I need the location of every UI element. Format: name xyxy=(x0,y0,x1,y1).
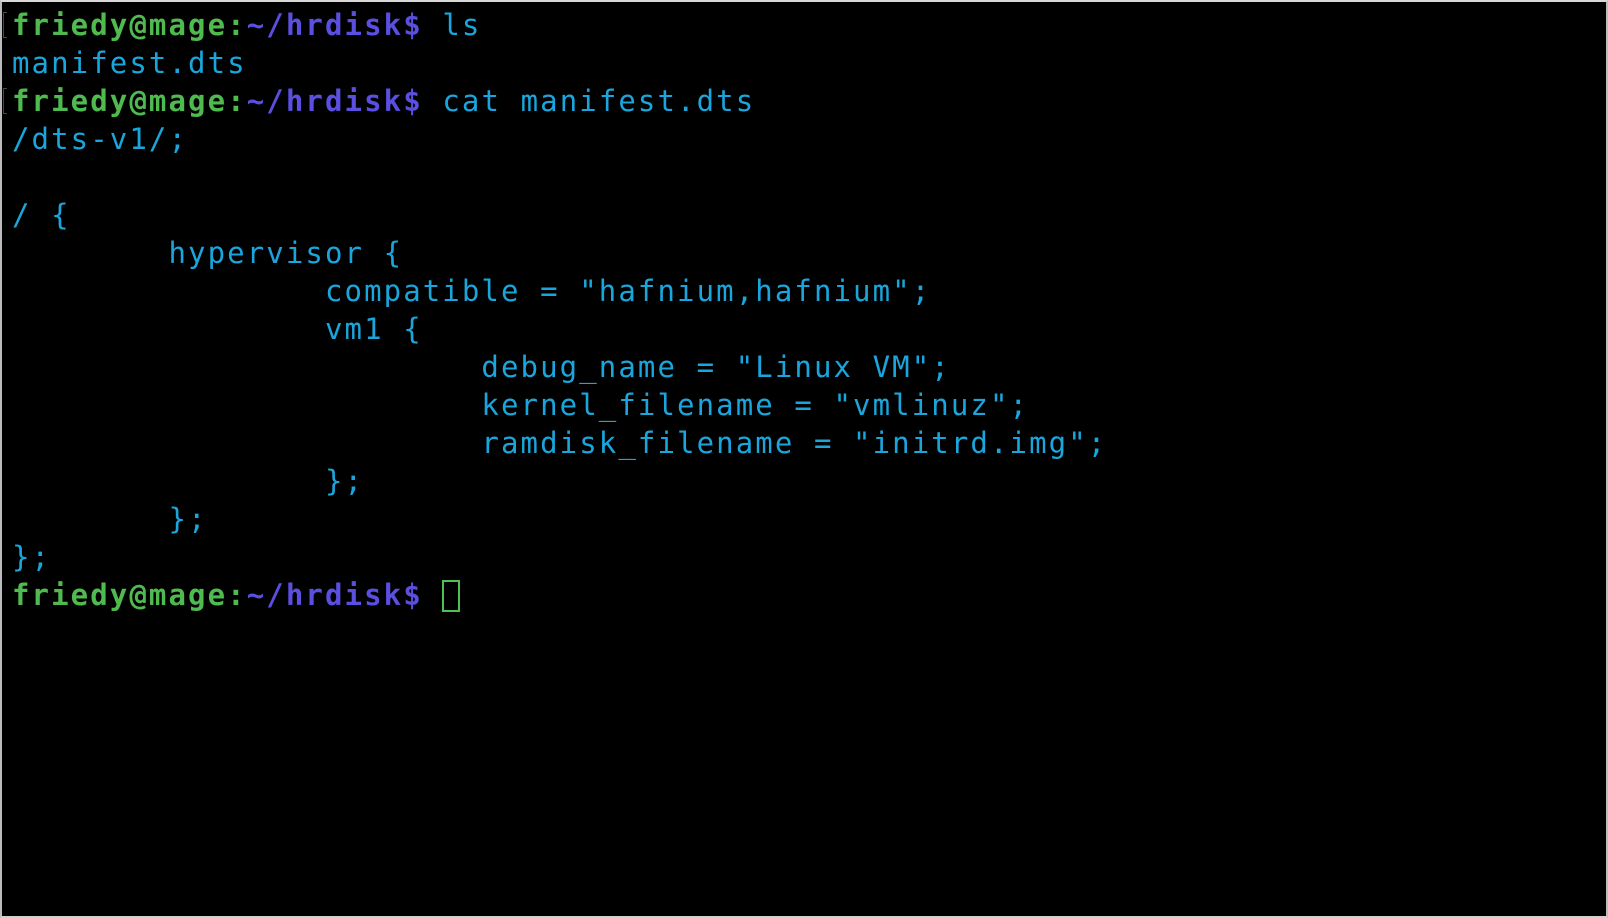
command-text: ls xyxy=(422,8,482,42)
output-line: kernel_filename = "vmlinuz"; xyxy=(12,386,1596,424)
output-line: }; xyxy=(12,500,1596,538)
output-line: }; xyxy=(12,462,1596,500)
prompt-line: friedy@mage:~/hrdisk$ cat manifest.dts xyxy=(3,82,1596,120)
output-text: hypervisor { xyxy=(12,236,404,270)
prompt-at: @ xyxy=(129,8,149,42)
terminal-screen[interactable]: friedy@mage:~/hrdisk$ ls manifest.dts frie… xyxy=(3,6,1596,614)
output-line: /dts-v1/; xyxy=(12,120,1596,158)
command-text: cat manifest.dts xyxy=(422,84,756,118)
prompt-colon: : xyxy=(227,84,247,118)
prompt-line: friedy@mage:~/hrdisk$ ls xyxy=(3,6,1596,44)
prompt-at: @ xyxy=(129,578,149,612)
prompt-mark-icon xyxy=(3,12,7,38)
prompt-at: @ xyxy=(129,84,149,118)
output-line: ramdisk_filename = "initrd.img"; xyxy=(12,424,1596,462)
prompt-user: friedy xyxy=(12,84,130,118)
prompt-host: mage xyxy=(148,8,228,42)
prompt-path: ~/hrdisk xyxy=(246,84,404,118)
output-text: vm1 { xyxy=(12,312,423,346)
output-text: manifest.dts xyxy=(12,46,247,80)
output-line: vm1 { xyxy=(12,310,1596,348)
output-text: }; xyxy=(12,464,365,498)
output-line: debug_name = "Linux VM"; xyxy=(12,348,1596,386)
output-text: debug_name = "Linux VM"; xyxy=(12,350,951,384)
output-text: / { xyxy=(12,198,71,232)
prompt-host: mage xyxy=(148,578,228,612)
prompt-user: friedy xyxy=(12,8,130,42)
output-line: / { xyxy=(12,196,1596,234)
prompt-path: ~/hrdisk xyxy=(246,8,404,42)
prompt-colon: : xyxy=(227,578,247,612)
prompt-colon: : xyxy=(227,8,247,42)
prompt-symbol: $ xyxy=(403,578,423,612)
prompt-host: mage xyxy=(148,84,228,118)
output-text: }; xyxy=(12,540,52,574)
output-text: kernel_filename = "vmlinuz"; xyxy=(12,388,1030,422)
output-text: ramdisk_filename = "initrd.img"; xyxy=(12,426,1108,460)
output-line: hypervisor { xyxy=(12,234,1596,272)
output-text: compatible = "hafnium,hafnium"; xyxy=(12,274,932,308)
prompt-user: friedy xyxy=(12,578,130,612)
prompt-mark-icon xyxy=(3,88,7,114)
command-text xyxy=(423,578,443,612)
active-prompt-line: friedy@mage:~/hrdisk$ xyxy=(12,576,1596,614)
output-text: /dts-v1/; xyxy=(12,122,189,156)
prompt-symbol: $ xyxy=(403,84,423,118)
output-line: compatible = "hafnium,hafnium"; xyxy=(12,272,1596,310)
output-line: }; xyxy=(12,538,1596,576)
prompt-path: ~/hrdisk xyxy=(246,578,404,612)
cursor-block[interactable] xyxy=(442,580,461,612)
terminal-window[interactable]: friedy@mage:~/hrdisk$ ls manifest.dts frie… xyxy=(0,0,1608,918)
output-text: }; xyxy=(12,502,208,536)
prompt-symbol: $ xyxy=(403,8,423,42)
output-line: manifest.dts xyxy=(12,44,1596,82)
